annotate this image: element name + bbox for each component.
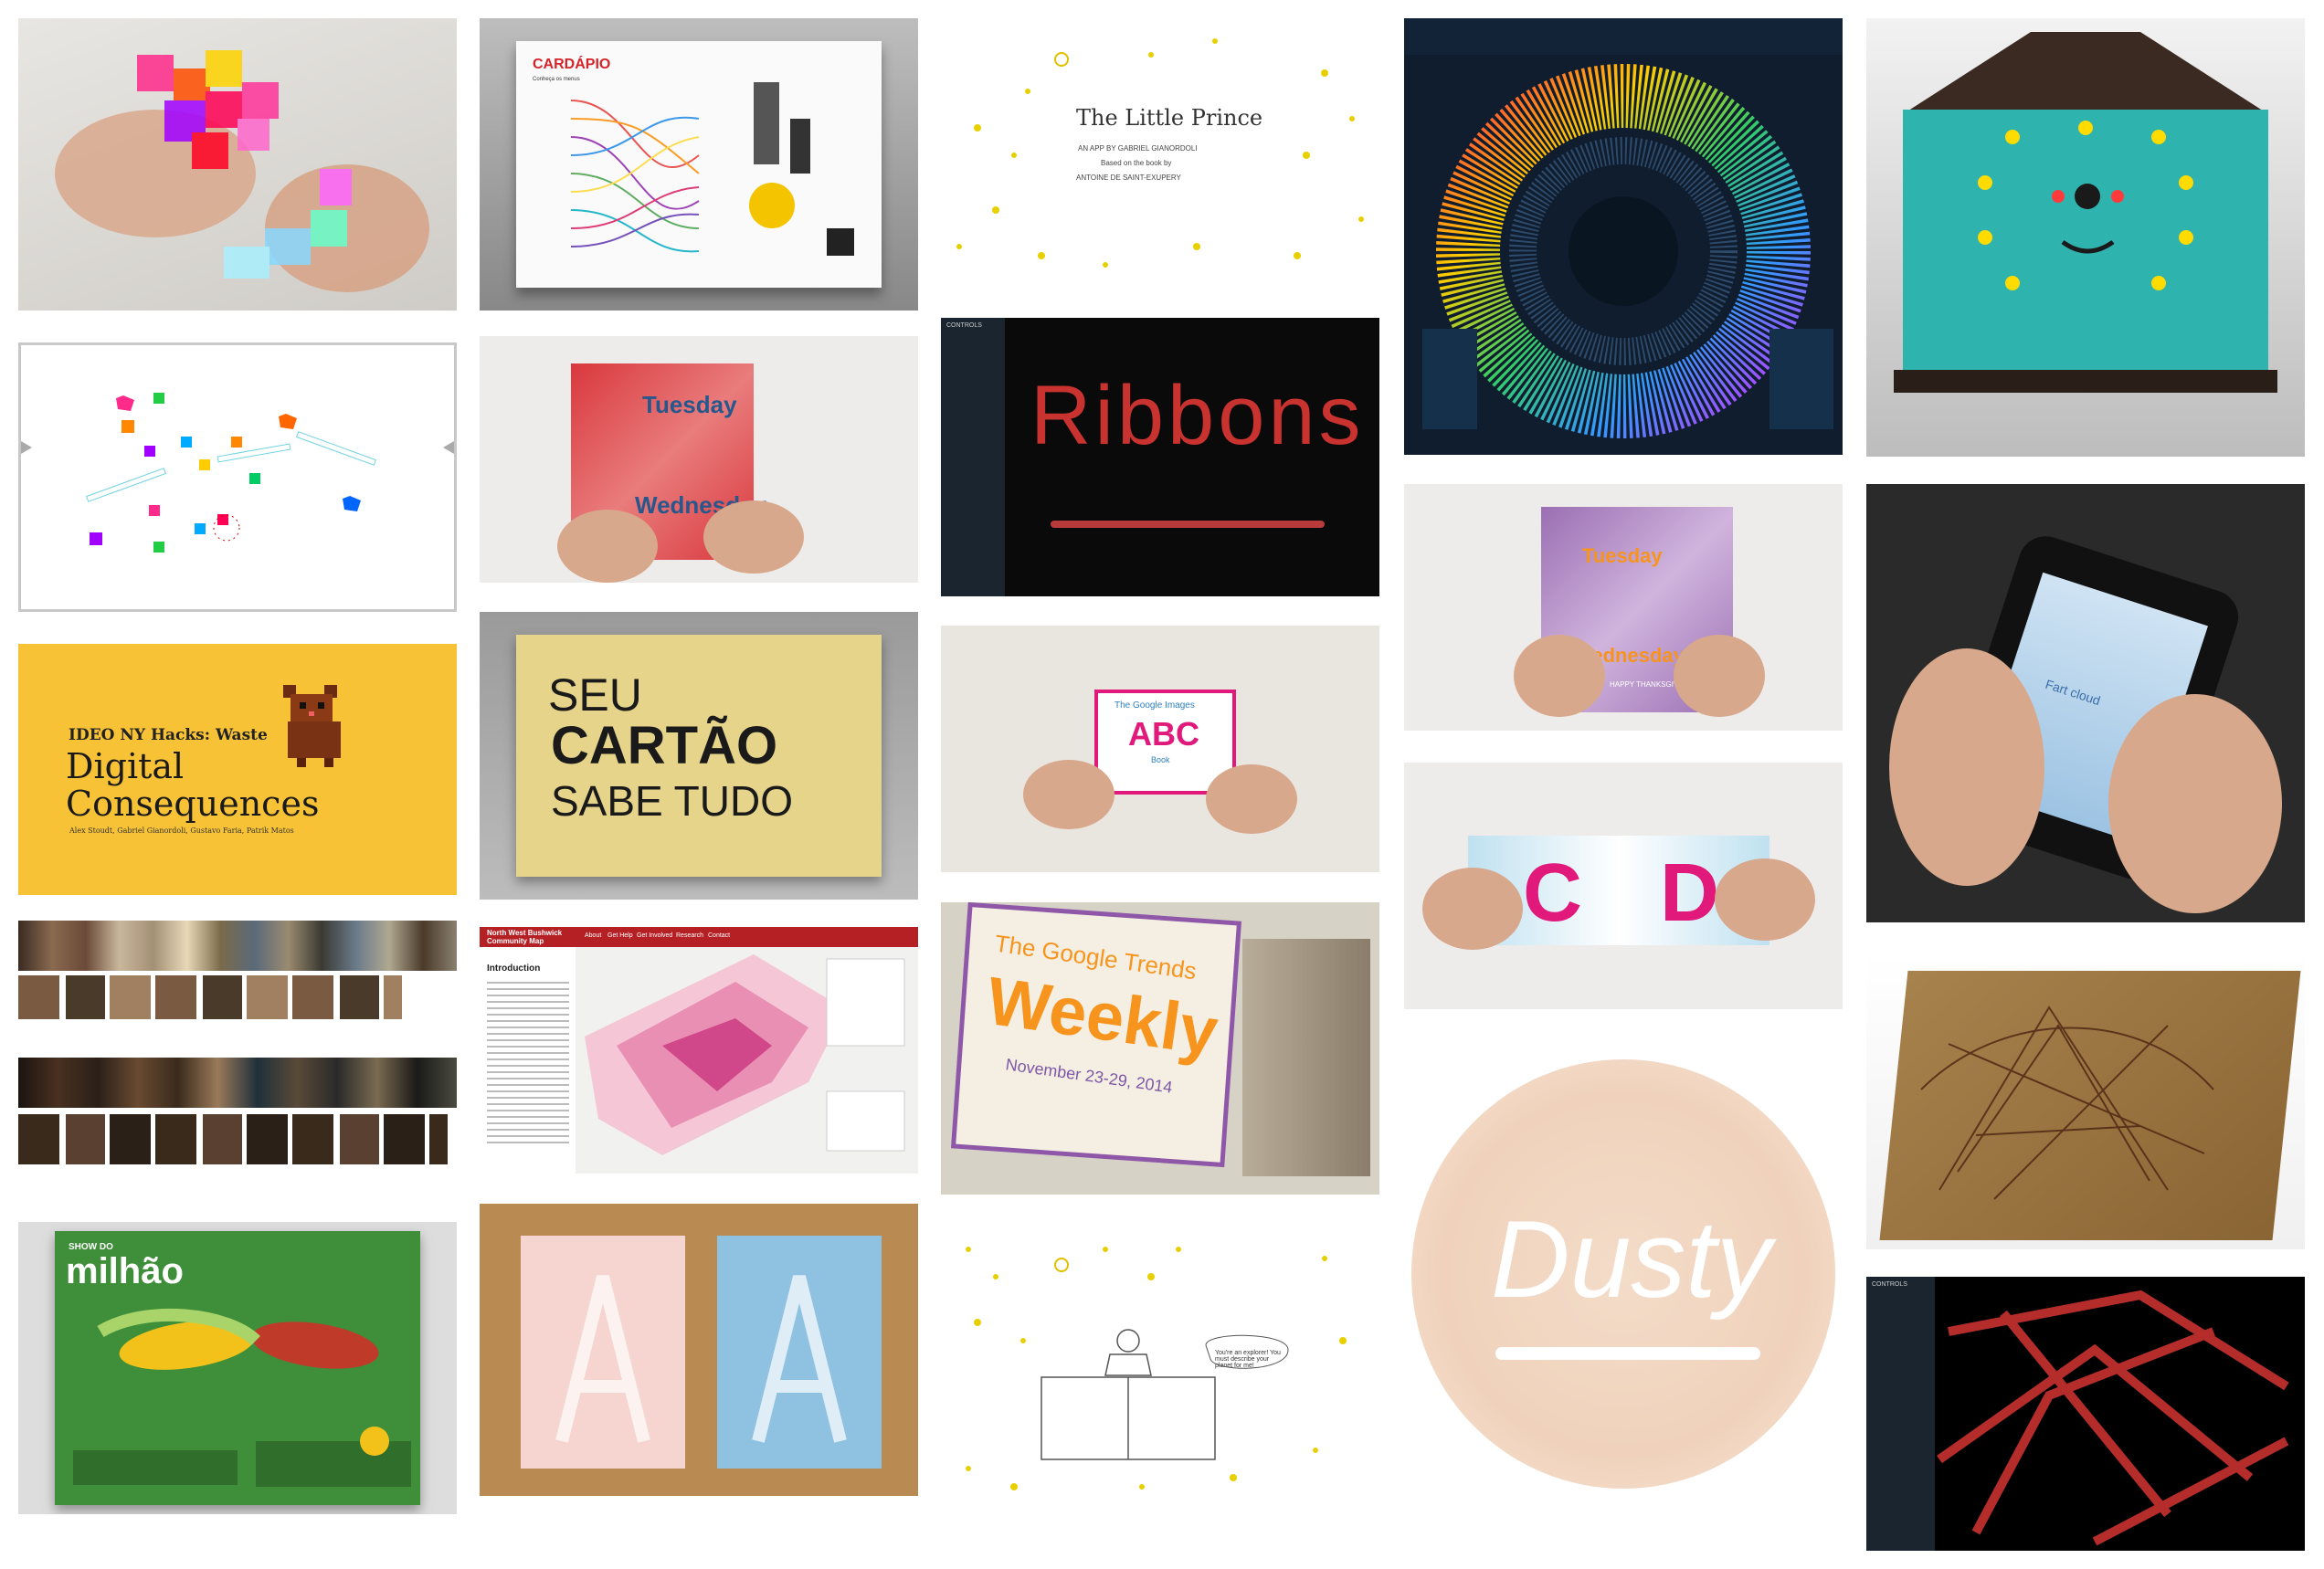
barcode-row-2 (18, 1058, 457, 1108)
letter-a-illustration (555, 1275, 847, 1443)
show-do-milhao-spread[interactable]: SHOW DO milhão (18, 1222, 457, 1514)
alluvial-chart-graphic (570, 82, 854, 256)
box-face-illustration (1978, 121, 2193, 290)
cartao-line2: CARTÃO (551, 716, 778, 775)
red-ribbon-illustration (1937, 1290, 2289, 1546)
letter-a-prints[interactable] (480, 1204, 918, 1496)
little-prince-scene[interactable]: You're an explorer! You must describe yo… (941, 1222, 1379, 1505)
cartao-magazine-spread[interactable]: SEU CARTÃO SABE TUDO (480, 612, 918, 900)
cartao-line3: SABE TUDO (551, 777, 793, 825)
dusty-lettering[interactable]: Dusty (1404, 1041, 1843, 1516)
dusty-swash (1495, 1347, 1760, 1360)
radial-bar-graphic (1404, 18, 1843, 438)
map-graphic (585, 954, 905, 1155)
corn-illustration (73, 1308, 411, 1487)
iphone-app-photo[interactable]: Fart cloud (1866, 484, 2305, 922)
engraved-wood-photo[interactable] (1866, 953, 2305, 1249)
cartao-line1: SEU (548, 669, 642, 721)
ribbons-control-panel (941, 318, 1005, 596)
bushwick-community-map[interactable]: North West Bushwick Community Map About … (480, 927, 918, 1174)
engraving-illustration (1920, 1006, 2214, 1200)
tuesday-wednesday-book[interactable]: Tuesday Wednesday (480, 336, 918, 583)
abc-book-photo[interactable]: The Google Images ABC Book (941, 626, 1379, 872)
google-trends-weekly[interactable]: The Google Trends Weekly November 23-29,… (941, 902, 1379, 1195)
scene-illustration (966, 1247, 1347, 1490)
pixel-rat-icon (283, 685, 341, 767)
barcode-thumbs-2 (18, 1114, 448, 1164)
thanksgiving-book[interactable]: Tuesday Wednesday HAPPY THANKSGIVING (1404, 484, 1843, 731)
hands-illustration (1023, 760, 1297, 834)
hands-illustration (1514, 635, 1765, 717)
acrylic-illustration (55, 50, 429, 292)
network-diagram (21, 393, 454, 553)
network-diagram-screenshot[interactable] (18, 342, 457, 612)
ribbons-word: Ribbons (1030, 369, 1365, 462)
hands-illustration (1889, 648, 2282, 913)
hands-illustration (557, 500, 804, 583)
teal-sound-box[interactable] (1866, 18, 2305, 457)
acrylic-squares-photo[interactable] (18, 18, 457, 311)
cardapio-magazine-spread[interactable]: CARDÁPIO Conheça os menus (480, 18, 918, 311)
ribbons-underline (1051, 521, 1325, 528)
controls-title: CONTROLS (946, 322, 982, 329)
roda-da-fortuna-infographic[interactable] (1404, 18, 1843, 455)
stars-illustration (956, 38, 1364, 268)
trends-fold (1242, 939, 1370, 1176)
barcode-row-1 (18, 921, 457, 971)
ideo-title-line1: Digital (66, 746, 185, 786)
cd-letters-book[interactable]: C D (1404, 763, 1843, 1009)
ideo-digital-consequences-slide[interactable]: IDEO NY Hacks: Waste Digital Consequence… (18, 644, 457, 895)
ribbons-drawing-app[interactable]: CONTROLS Ribbons (941, 318, 1379, 596)
little-prince-title-screen[interactable]: The Little Prince AN APP BY GABRIEL GIAN… (941, 18, 1379, 292)
ribbons-red-scribble[interactable]: CONTROLS (1866, 1277, 2305, 1551)
barcode-thumbs-1 (18, 975, 402, 1019)
paintings-color-barcode[interactable] (18, 921, 457, 1185)
ideo-title-line2: Consequences (66, 784, 320, 824)
ideo-kicker: IDEO NY Hacks: Waste (69, 726, 268, 744)
dusty-word: Dusty (1491, 1198, 1771, 1321)
ideo-credits: Alex Stoudt, Gabriel Gianordoli, Gustavo… (69, 827, 294, 835)
hands-illustration (1422, 858, 1815, 950)
